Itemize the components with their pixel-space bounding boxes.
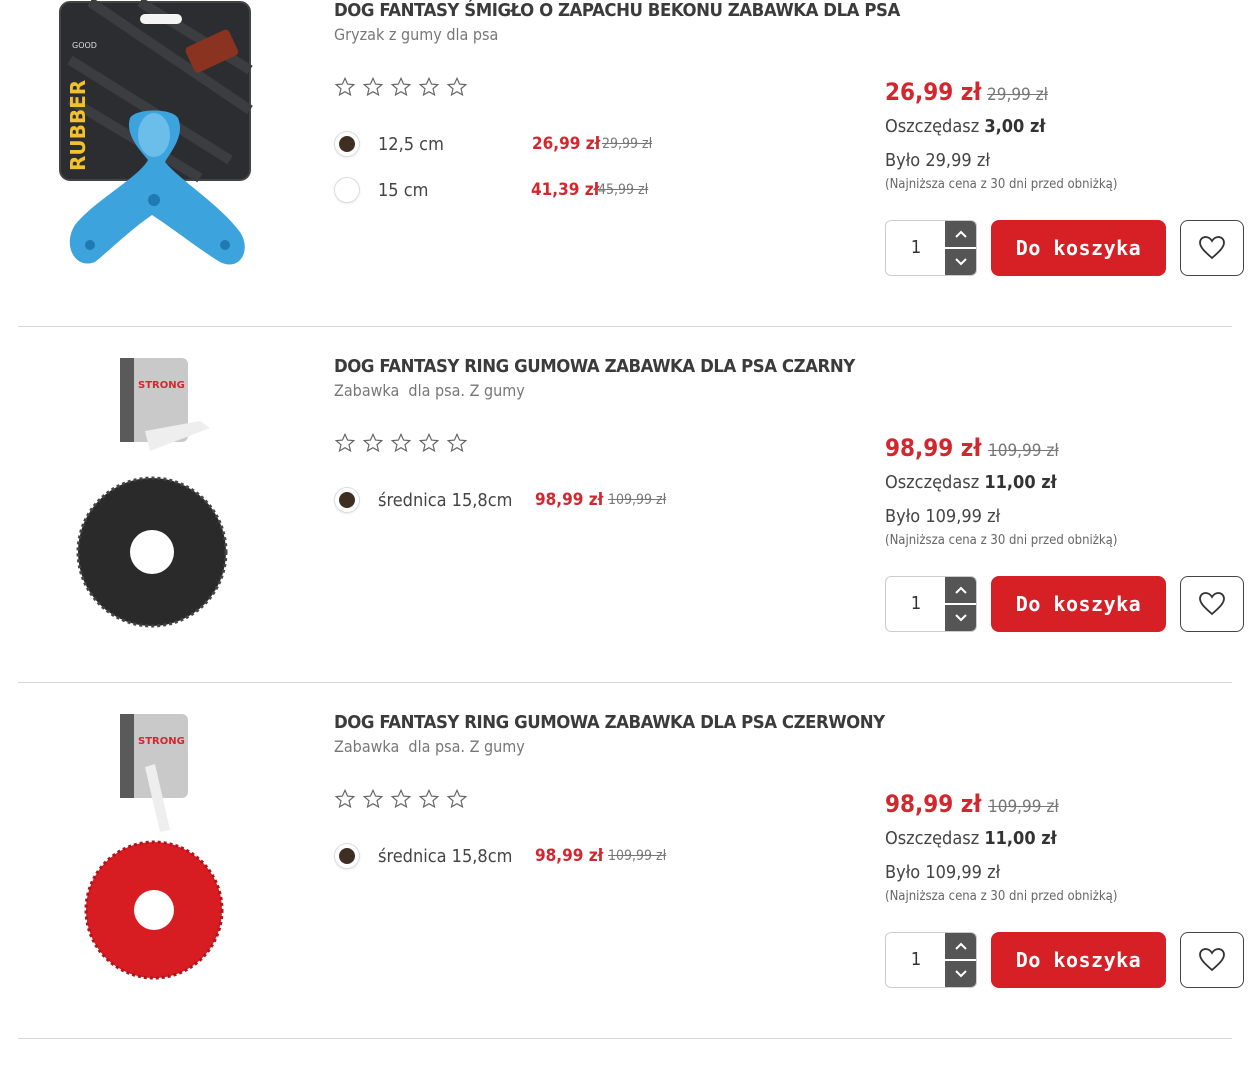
variant-radio[interactable] xyxy=(334,177,360,203)
add-to-cart-button[interactable]: Do koszyka xyxy=(991,576,1166,632)
variant-old-price: 45,99 zł xyxy=(598,182,649,198)
star-outline-icon xyxy=(418,788,440,809)
old-price: 29,99 zł xyxy=(987,85,1048,105)
star-outline-icon xyxy=(390,788,412,809)
chevron-down-icon[interactable] xyxy=(945,605,976,631)
variant-option[interactable]: 15 cm 41,39 zł 45,99 zł xyxy=(334,175,648,205)
add-to-cart-button[interactable]: Do koszyka xyxy=(991,220,1166,276)
variant-old-price: 109,99 zł xyxy=(608,848,667,864)
previous-price: Było 109,99 zł xyxy=(885,862,1001,883)
variant-price: 26,99 zł xyxy=(532,134,601,154)
quantity-stepper[interactable]: 1 xyxy=(885,220,977,276)
heart-outline-icon xyxy=(1199,948,1225,972)
variant-radio[interactable] xyxy=(334,843,360,869)
product-subtitle: Zabawka dla psa. Z gumy xyxy=(334,737,525,756)
quantity-stepper[interactable]: 1 xyxy=(885,576,977,632)
variant-radio[interactable] xyxy=(334,131,360,157)
chevron-down-icon[interactable] xyxy=(945,249,976,275)
variant-price: 41,39 zł xyxy=(531,180,600,200)
variant-label: 15 cm xyxy=(378,179,429,201)
previous-price: Było 29,99 zł xyxy=(885,150,990,171)
star-outline-icon xyxy=(418,432,440,453)
star-outline-icon xyxy=(446,432,468,453)
product-image[interactable]: STRONG xyxy=(50,712,260,1002)
variant-label: 12,5 cm xyxy=(378,133,444,155)
product-image[interactable]: GOOD RUBBER xyxy=(50,0,260,290)
quantity-input[interactable]: 1 xyxy=(886,933,946,987)
svg-text:STRONG: STRONG xyxy=(138,380,185,391)
divider xyxy=(18,1038,1232,1039)
product-card: STRONG DOG FANTASY RING GUMOWA ZABAWKA D… xyxy=(0,712,1250,1068)
variant-price: 98,99 zł xyxy=(535,490,604,510)
favorite-button[interactable] xyxy=(1180,220,1244,276)
heart-outline-icon xyxy=(1199,236,1225,260)
star-outline-icon xyxy=(446,76,468,97)
variant-old-price: 109,99 zł xyxy=(608,492,667,508)
variant-option[interactable]: średnica 15,8cm 98,99 zł 109,99 zł xyxy=(334,841,666,871)
star-outline-icon xyxy=(334,432,356,453)
star-outline-icon xyxy=(362,76,384,97)
variant-option[interactable]: średnica 15,8cm 98,99 zł 109,99 zł xyxy=(334,485,666,515)
product-card: STRONG DOG FANTASY RING GUMOWA ZABAWKA D… xyxy=(0,356,1250,712)
quantity-input[interactable]: 1 xyxy=(886,221,946,275)
rating-stars[interactable] xyxy=(334,76,468,98)
heart-outline-icon xyxy=(1199,592,1225,616)
star-outline-icon xyxy=(390,76,412,97)
previous-price: Było 109,99 zł xyxy=(885,506,1001,527)
chevron-up-icon[interactable] xyxy=(945,933,976,959)
variant-old-price: 29,99 zł xyxy=(602,136,653,152)
current-price: 26,99 zł xyxy=(885,78,982,106)
product-card: GOOD RUBBER DOG FANTASY ŚMIGŁO O ZAPACHU… xyxy=(0,0,1250,356)
current-price: 98,99 zł xyxy=(885,434,982,462)
rating-stars[interactable] xyxy=(334,432,468,454)
product-title[interactable]: DOG FANTASY RING GUMOWA ZABAWKA DLA PSA … xyxy=(334,712,885,733)
variant-option[interactable]: 12,5 cm 26,99 zł 29,99 zł xyxy=(334,129,652,159)
rating-stars[interactable] xyxy=(334,788,468,810)
old-price: 109,99 zł xyxy=(988,441,1059,461)
star-outline-icon xyxy=(362,788,384,809)
savings: Oszczędasz 3,00 zł xyxy=(885,116,1046,137)
svg-text:RUBBER: RUBBER xyxy=(66,80,90,171)
product-image[interactable]: STRONG xyxy=(50,356,260,646)
svg-text:STRONG: STRONG xyxy=(138,736,185,747)
favorite-button[interactable] xyxy=(1180,576,1244,632)
current-price: 98,99 zł xyxy=(885,790,982,818)
variant-label: średnica 15,8cm xyxy=(378,489,513,511)
favorite-button[interactable] xyxy=(1180,932,1244,988)
lowest-price-note: (Najniższa cena z 30 dni przed obniżką) xyxy=(885,889,1118,904)
lowest-price-note: (Najniższa cena z 30 dni przed obniżką) xyxy=(885,177,1118,192)
variant-price: 98,99 zł xyxy=(535,846,604,866)
chevron-up-icon[interactable] xyxy=(945,221,976,247)
variant-label: średnica 15,8cm xyxy=(378,845,513,867)
star-outline-icon xyxy=(418,76,440,97)
savings: Oszczędasz 11,00 zł xyxy=(885,828,1057,849)
quantity-stepper[interactable]: 1 xyxy=(885,932,977,988)
product-subtitle: Zabawka dla psa. Z gumy xyxy=(334,381,525,400)
product-subtitle: Gryzak z gumy dla psa xyxy=(334,25,499,44)
quantity-input[interactable]: 1 xyxy=(886,577,946,631)
svg-text:GOOD: GOOD xyxy=(72,41,97,50)
star-outline-icon xyxy=(446,788,468,809)
divider xyxy=(18,682,1232,683)
add-to-cart-button[interactable]: Do koszyka xyxy=(991,932,1166,988)
lowest-price-note: (Najniższa cena z 30 dni przed obniżką) xyxy=(885,533,1118,548)
variant-radio[interactable] xyxy=(334,487,360,513)
star-outline-icon xyxy=(334,788,356,809)
old-price: 109,99 zł xyxy=(988,797,1059,817)
savings: Oszczędasz 11,00 zł xyxy=(885,472,1057,493)
product-title[interactable]: DOG FANTASY ŚMIGŁO O ZAPACHU BEKONU ZABA… xyxy=(334,0,900,21)
chevron-up-icon[interactable] xyxy=(945,577,976,603)
star-outline-icon xyxy=(334,76,356,97)
product-title[interactable]: DOG FANTASY RING GUMOWA ZABAWKA DLA PSA … xyxy=(334,356,855,377)
star-outline-icon xyxy=(390,432,412,453)
star-outline-icon xyxy=(362,432,384,453)
divider xyxy=(18,326,1232,327)
chevron-down-icon[interactable] xyxy=(945,961,976,987)
